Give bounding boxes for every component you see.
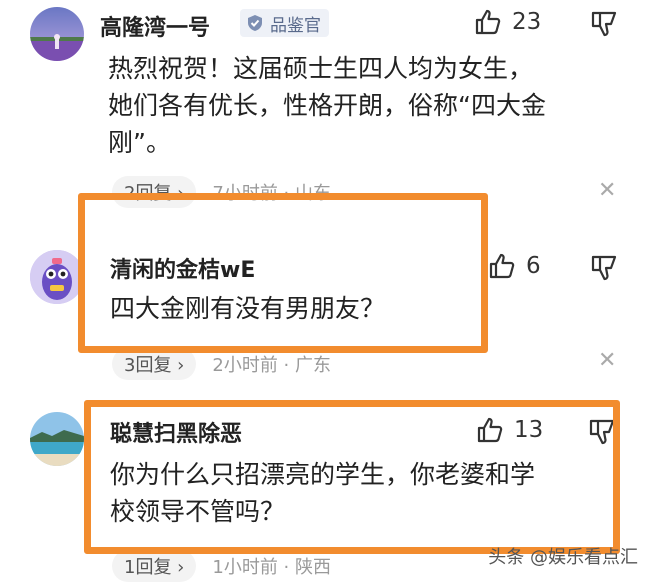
comment-text: 四大金刚有没有男朋友？ bbox=[110, 290, 480, 327]
comment-text: 热烈祝贺！这届硕士生四人均为女生， 她们各有优长，性格开朗，俗称“四大金 刚”。 bbox=[108, 50, 628, 161]
comment-username[interactable]: 清闲的金桔wE bbox=[110, 252, 255, 284]
like-count: 23 bbox=[512, 9, 542, 35]
like-count: 13 bbox=[514, 417, 544, 443]
close-icon[interactable]: ✕ bbox=[598, 348, 616, 373]
replies-count: 3回复 bbox=[124, 355, 172, 376]
comment-item: 高隆湾一号 品鉴官 23 热烈祝贺！这届硕士生四人均为女生， 她们各有优长，性格… bbox=[0, 0, 650, 208]
comment-meta: 3回复 › 2小时前 · 广东 bbox=[112, 348, 331, 380]
comment-item: 清闲的金桔wE 6 四大金刚有没有男朋友？ 3回复 › 2小时前 · 广东 ✕ bbox=[0, 200, 650, 390]
dislike-button[interactable] bbox=[590, 254, 618, 286]
comment-text-line: 你为什么只招漂亮的学生，你老婆和学 bbox=[110, 460, 536, 489]
thumbs-up-icon bbox=[475, 9, 501, 35]
official-badge: 品鉴官 bbox=[240, 9, 329, 37]
replies-count: 1回复 bbox=[124, 557, 172, 578]
dislike-button[interactable] bbox=[588, 418, 616, 450]
comment-text: 你为什么只招漂亮的学生，你老婆和学 校领导不管吗？ bbox=[110, 456, 610, 530]
comment-username[interactable]: 聪慧扫黑除恶 bbox=[110, 416, 242, 448]
thumbs-down-icon bbox=[591, 255, 617, 281]
comment-username[interactable]: 高隆湾一号 bbox=[100, 10, 210, 42]
time-location: 1小时前 · 陕西 bbox=[212, 557, 331, 578]
thumbs-up-icon bbox=[489, 253, 515, 279]
like-button[interactable]: 13 bbox=[476, 416, 543, 444]
like-button[interactable]: 23 bbox=[474, 8, 541, 36]
comment-meta: 1回复 › 1小时前 · 陕西 bbox=[112, 550, 331, 582]
thumbs-down-icon bbox=[591, 11, 617, 37]
comment-text-line: 校领导不管吗？ bbox=[110, 497, 286, 526]
shield-icon bbox=[246, 14, 264, 32]
comment-text-line: 热烈祝贺！这届硕士生四人均为女生， bbox=[108, 54, 534, 83]
comment-text-line: 她们各有优长，性格开朗，俗称“四大金 bbox=[108, 91, 546, 120]
thumbs-down-icon bbox=[589, 419, 615, 445]
avatar[interactable] bbox=[30, 7, 84, 61]
replies-button[interactable]: 3回复 › bbox=[112, 348, 197, 380]
comment-text-line: 刚”。 bbox=[108, 128, 171, 157]
replies-button[interactable]: 1回复 › bbox=[112, 550, 197, 582]
avatar[interactable] bbox=[30, 250, 84, 304]
like-button[interactable]: 6 bbox=[488, 252, 541, 280]
thumbs-up-icon bbox=[477, 417, 503, 443]
badge-label: 品鉴官 bbox=[270, 15, 321, 36]
watermark: 头条 @娱乐看点汇 bbox=[488, 547, 638, 568]
like-count: 6 bbox=[526, 253, 541, 279]
comment-text-line: 四大金刚有没有男朋友？ bbox=[110, 294, 386, 323]
avatar[interactable] bbox=[30, 412, 84, 466]
time-location: 2小时前 · 广东 bbox=[212, 355, 331, 376]
dislike-button[interactable] bbox=[590, 10, 618, 42]
